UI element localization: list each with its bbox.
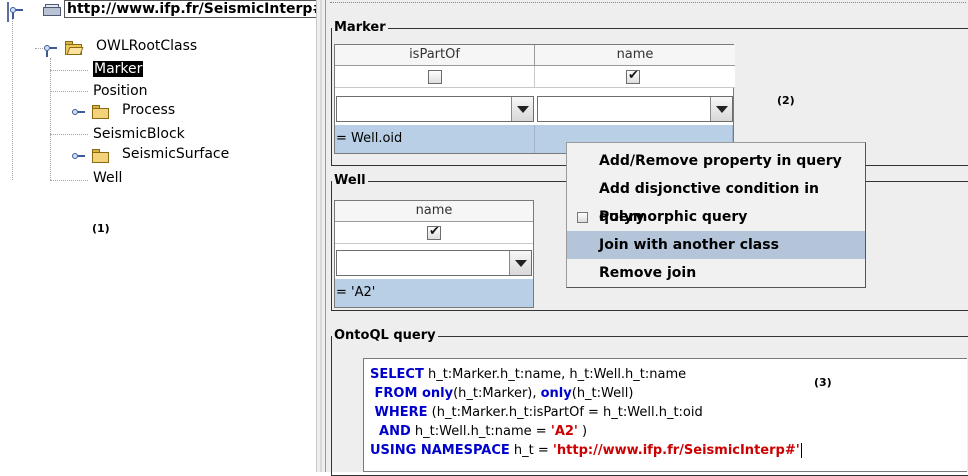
menu-item-label: Add/Remove property in query: [599, 153, 842, 169]
chevron-down-icon[interactable]: [710, 97, 732, 121]
name-select-checkbox[interactable]: ✔: [626, 68, 640, 84]
menu-item-polymorphic-query[interactable]: Polymorphic query: [567, 203, 865, 231]
annotation-1: (1): [92, 222, 110, 235]
panel-top-border: [330, 2, 966, 4]
ontoql-query-editor[interactable]: SELECT h_t:Marker.h_t:name, h_t:Well.h_t…: [363, 358, 967, 472]
column-header-ispartof[interactable]: isPartOf: [335, 45, 535, 66]
menu-item-label: Join with another class: [599, 237, 779, 253]
ispartof-operator-combo[interactable]: [336, 96, 534, 122]
tree-line: [50, 70, 88, 71]
folder-icon: [92, 105, 110, 119]
tree-node-position[interactable]: Position: [93, 81, 148, 101]
tree-node-label: Marker: [93, 61, 144, 77]
query-line: AND h_t:Well.h_t:name = 'A2' ): [370, 422, 587, 441]
select-row: [335, 66, 535, 88]
well-group-title: Well: [332, 173, 368, 189]
text-caret: [800, 443, 802, 458]
tree-node-label: SeismicBlock: [93, 126, 185, 142]
tree-root-node[interactable]: http://www.ifp.fr/SeismicInterp#: [6, 0, 328, 20]
tree-node-label: OWLRootClass: [96, 38, 198, 54]
tree-node-label: Well: [93, 170, 123, 186]
namespace-icon: [42, 3, 62, 17]
query-line: SELECT h_t:Marker.h_t:name, h_t:Well.h_t…: [370, 365, 686, 384]
tree-node-seismicsurface[interactable]: SeismicSurface: [70, 146, 270, 166]
tree-node-well[interactable]: Well: [93, 168, 122, 188]
name-operator-combo[interactable]: [537, 96, 733, 122]
menu-item-remove-join[interactable]: Remove join: [567, 259, 865, 287]
marker-property-table: isPartOf = Well.oid name ✔: [334, 44, 735, 154]
select-row: ✔: [335, 222, 533, 244]
column-header-name[interactable]: name: [535, 45, 735, 66]
select-row: ✔: [535, 66, 735, 88]
tree-expand-handle-icon[interactable]: [10, 5, 24, 19]
tree-node-label: SeismicSurface: [122, 146, 230, 162]
polymorphic-checkbox[interactable]: [577, 212, 588, 223]
query-line: USING NAMESPACE h_t = 'http://www.ifp.fr…: [370, 441, 802, 460]
tree-expand-handle-icon[interactable]: [72, 107, 86, 117]
query-keyword: WHERE: [370, 405, 428, 420]
query-text: (h_t:Marker.h_t:isPartOf = h_t:Well.h_t:…: [427, 405, 703, 420]
menu-item-label: Remove join: [599, 265, 697, 281]
menu-item-add-remove-property[interactable]: Add/Remove property in query: [567, 147, 865, 175]
well-name-select-checkbox[interactable]: ✔: [427, 224, 441, 240]
chevron-down-icon[interactable]: [511, 97, 533, 121]
well-name-operator-combo[interactable]: [336, 250, 532, 276]
ontoql-query-title: OntoQL query: [332, 328, 438, 344]
tree-line: [12, 10, 13, 180]
column-header-name[interactable]: name: [335, 201, 533, 222]
tree-expand-handle-icon[interactable]: [44, 43, 58, 57]
tree-node-seismicblock[interactable]: SeismicBlock: [93, 124, 185, 144]
query-keyword: only: [540, 386, 572, 401]
menu-item-add-disjunctive-condition[interactable]: Add disjonctive condition in query: [567, 175, 865, 225]
tree-line: [50, 134, 88, 135]
folder-open-icon: [65, 41, 84, 55]
query-keyword: USING NAMESPACE: [370, 443, 510, 458]
query-keyword: SELECT: [370, 367, 424, 382]
check-icon: ✔: [628, 68, 639, 83]
folder-icon: [92, 149, 110, 163]
class-tree: http://www.ifp.fr/SeismicInterp# OWLRoot…: [0, 0, 328, 472]
tree-root-label: http://www.ifp.fr/SeismicInterp#: [64, 0, 328, 18]
query-text: ): [577, 424, 588, 439]
query-text: h_t:Marker.h_t:name, h_t:Well.h_t:name: [423, 367, 687, 382]
well-property-table: name ✔ = 'A2': [334, 200, 534, 308]
tree-node-process[interactable]: Process: [70, 102, 230, 122]
menu-item-label: Polymorphic query: [599, 209, 748, 225]
annotation-2: (2): [777, 94, 795, 107]
context-menu: Add/Remove property in query Add disjonc…: [566, 142, 866, 288]
check-icon: ✔: [429, 224, 440, 239]
query-text: h_t:Well.h_t:name =: [410, 424, 551, 439]
ispartof-select-checkbox[interactable]: [428, 70, 442, 84]
query-text: (h_t:Marker),: [453, 386, 541, 401]
query-line: WHERE (h_t:Marker.h_t:isPartOf = h_t:Wel…: [370, 403, 703, 422]
query-line: FROM only(h_t:Marker), only(h_t:Well): [370, 384, 634, 403]
ispartof-condition-cell[interactable]: = Well.oid: [335, 125, 535, 153]
tree-line: [50, 58, 51, 180]
tree-line: [50, 180, 88, 181]
annotation-3: (3): [814, 376, 832, 389]
marker-group-title: Marker: [332, 20, 388, 36]
tree-expand-handle-icon[interactable]: [72, 151, 86, 161]
tree-line: [50, 91, 88, 92]
query-text: h_t =: [509, 443, 553, 458]
split-pane-divider[interactable]: [316, 0, 326, 472]
tree-node-owlrootclass[interactable]: OWLRootClass: [40, 38, 240, 58]
query-text: (h_t:Well): [571, 386, 634, 401]
menu-item-join-with-another-class[interactable]: Join with another class: [567, 231, 865, 259]
tree-node-marker[interactable]: Marker: [93, 59, 144, 79]
tree-node-label: Process: [122, 102, 176, 118]
tree-node-label: Position: [93, 83, 148, 99]
query-string-literal: 'http://www.ifp.fr/SeismicInterp#': [552, 443, 800, 458]
query-keyword: FROM: [370, 386, 422, 401]
query-keyword: AND: [370, 424, 411, 439]
chevron-down-icon[interactable]: [509, 251, 531, 275]
query-keyword: only: [421, 386, 454, 401]
well-name-condition-cell[interactable]: = 'A2': [335, 279, 533, 307]
query-string-literal: 'A2': [550, 424, 578, 439]
